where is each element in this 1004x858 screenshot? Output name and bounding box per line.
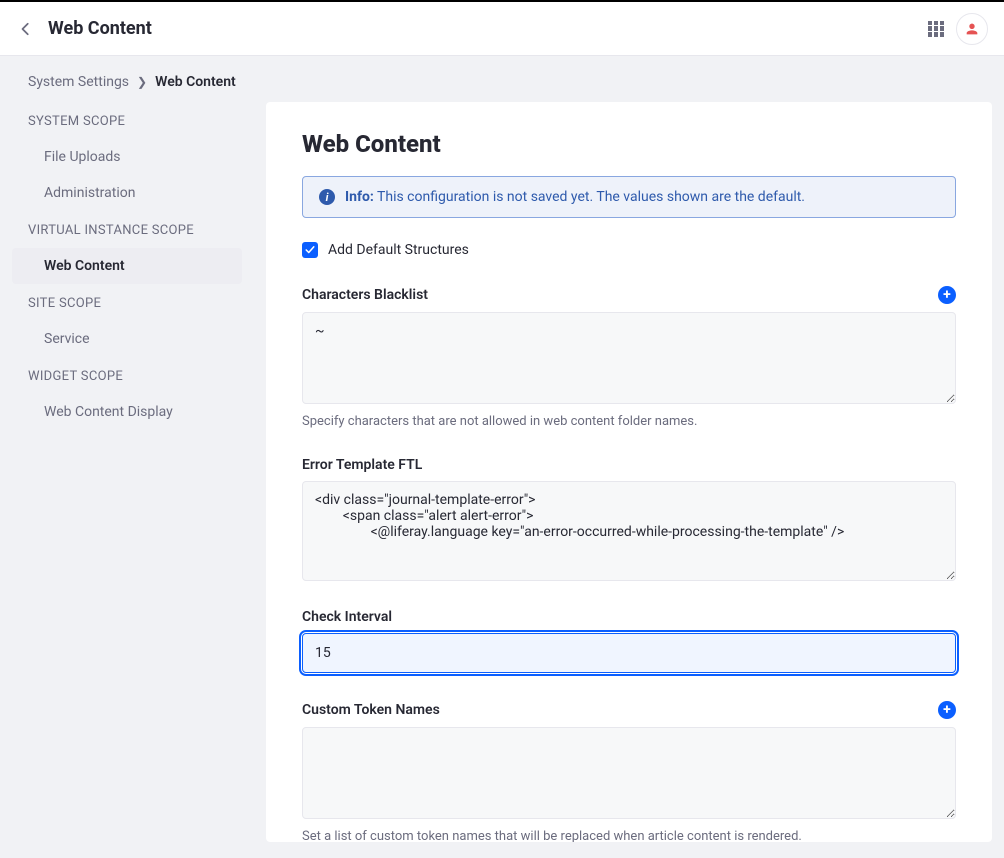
- sidebar-item-web-content[interactable]: Web Content: [12, 248, 242, 284]
- error-template-textarea[interactable]: <div class="journal-template-error"> <sp…: [302, 481, 956, 581]
- custom-tokens-textarea[interactable]: [302, 727, 956, 819]
- custom-tokens-help: Set a list of custom token names that wi…: [302, 829, 956, 842]
- sidebar-item-service[interactable]: Service: [12, 321, 242, 357]
- chevron-right-icon: ❯: [137, 75, 147, 89]
- page-title: Web Content: [48, 18, 928, 39]
- check-interval-label: Check Interval: [302, 609, 392, 625]
- topbar: Web Content: [0, 0, 1004, 56]
- sidebar-item-file-uploads[interactable]: File Uploads: [12, 139, 242, 175]
- add-blacklist-button[interactable]: +: [938, 286, 956, 304]
- back-icon[interactable]: [16, 19, 36, 39]
- blacklist-help: Specify characters that are not allowed …: [302, 414, 956, 429]
- avatar[interactable]: [956, 13, 988, 45]
- add-token-button[interactable]: +: [938, 701, 956, 719]
- checkbox-row: Add Default Structures: [302, 242, 956, 258]
- sidebar-item-administration[interactable]: Administration: [12, 175, 242, 211]
- main-panel: Web Content i Info: This configuration i…: [266, 102, 992, 842]
- apps-icon[interactable]: [928, 21, 944, 37]
- blacklist-textarea[interactable]: [302, 312, 956, 404]
- breadcrumb-current: Web Content: [155, 74, 236, 90]
- sidebar-item-web-content-display[interactable]: Web Content Display: [12, 394, 242, 430]
- check-interval-input[interactable]: [302, 633, 956, 673]
- breadcrumb-link[interactable]: System Settings: [28, 74, 129, 90]
- breadcrumb: System Settings ❯ Web Content: [0, 56, 1004, 102]
- scope-header-site: SITE SCOPE: [12, 284, 242, 321]
- main-title: Web Content: [302, 130, 956, 158]
- info-icon: i: [319, 189, 335, 205]
- checkbox-label: Add Default Structures: [328, 242, 469, 258]
- info-label: Info:: [345, 189, 374, 205]
- custom-tokens-label: Custom Token Names: [302, 702, 440, 718]
- info-alert: i Info: This configuration is not saved …: [302, 176, 956, 218]
- scope-header-virtual: VIRTUAL INSTANCE SCOPE: [12, 211, 242, 248]
- scope-header-widget: WIDGET SCOPE: [12, 357, 242, 394]
- add-default-structures-checkbox[interactable]: [302, 242, 318, 258]
- info-text: This configuration is not saved yet. The…: [377, 189, 805, 205]
- scope-header-system: SYSTEM SCOPE: [12, 102, 242, 139]
- error-template-label: Error Template FTL: [302, 457, 422, 473]
- topbar-right: [928, 13, 988, 45]
- blacklist-label: Characters Blacklist: [302, 287, 428, 303]
- sidebar: SYSTEM SCOPE File Uploads Administration…: [12, 102, 242, 842]
